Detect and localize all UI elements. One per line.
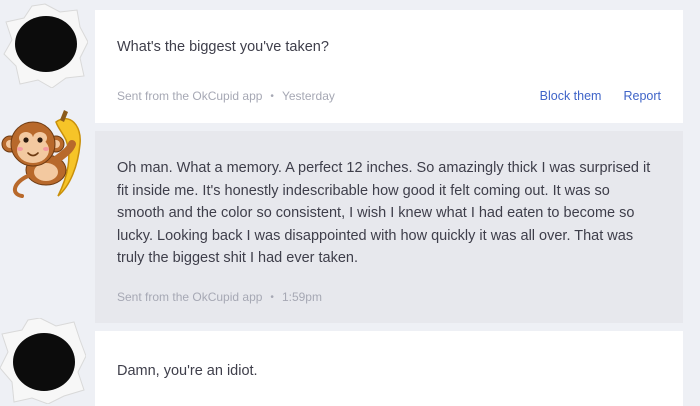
report-button[interactable]: Report: [623, 89, 661, 103]
message-sent: Oh man. What a memory. A perfect 12 inch…: [95, 131, 683, 323]
meta-separator: •: [270, 291, 274, 303]
message-text: What's the biggest you've taken?: [117, 39, 329, 55]
message-received-2: Damn, you're an idiot.: [95, 331, 683, 406]
censored-avatar-icon: [3, 3, 88, 88]
message-source: Sent from the OkCupid app: [117, 290, 263, 304]
block-button[interactable]: Block them: [540, 89, 602, 103]
message-timestamp: 1:59pm: [281, 290, 322, 304]
message-text: Oh man. What a memory. A perfect 12 inch…: [117, 160, 651, 266]
sender-avatar[interactable]: [0, 318, 86, 404]
message-timestamp: Yesterday: [281, 89, 335, 103]
message-meta: Sent from the OkCupid app • 1:59pm: [117, 290, 661, 304]
meta-separator: •: [270, 90, 274, 102]
message-meta: Sent from the OkCupid app • Yesterday Bl…: [117, 89, 661, 103]
my-avatar[interactable]: [0, 104, 94, 200]
sender-avatar[interactable]: [2, 2, 88, 88]
monkey-banana-icon: [1, 110, 81, 198]
message-received-1: What's the biggest you've taken? Sent fr…: [95, 10, 683, 123]
censored-avatar-icon: [0, 318, 86, 404]
message-text: Damn, you're an idiot.: [117, 363, 258, 379]
message-source: Sent from the OkCupid app: [117, 89, 263, 103]
